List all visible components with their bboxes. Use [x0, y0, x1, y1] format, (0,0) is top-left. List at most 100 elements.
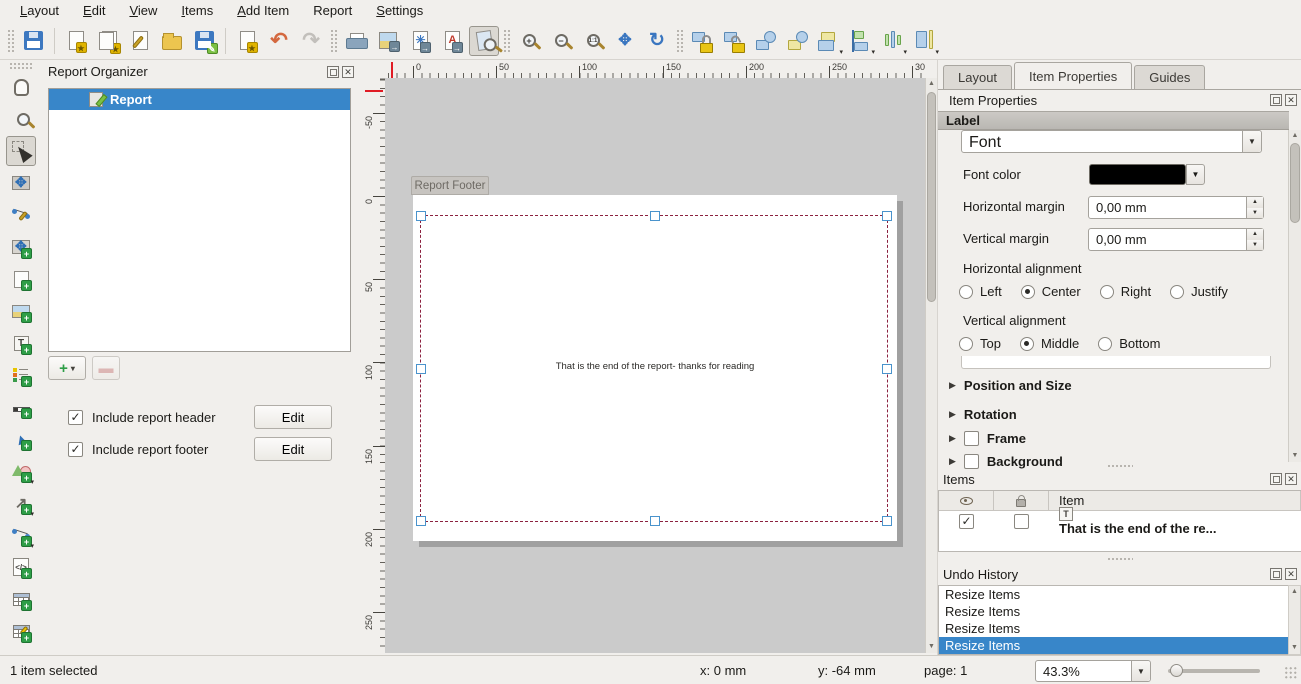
undo-entry-selected[interactable]: Resize Items	[939, 637, 1288, 654]
edit-nodes-tool-icon[interactable]	[6, 200, 36, 230]
font-color-swatch[interactable]	[1089, 164, 1186, 185]
tab-item-properties[interactable]: Item Properties	[1014, 62, 1132, 89]
zoom-in-icon[interactable]: +	[514, 26, 544, 56]
add-label-icon[interactable]: T+	[6, 328, 36, 358]
zoom-slider[interactable]	[1168, 669, 1260, 673]
zoom-actual-icon[interactable]: 1:1	[578, 26, 608, 56]
item-lock-checkbox[interactable]	[1014, 514, 1029, 529]
zoom-full-icon[interactable]: ✥	[610, 26, 640, 56]
item-visibility-checkbox[interactable]: ✓	[959, 514, 974, 529]
section-background[interactable]: ▶ Background	[949, 454, 1063, 469]
save-icon[interactable]	[18, 26, 48, 56]
menu-settings[interactable]: Settings	[364, 1, 435, 21]
layout-manager-icon[interactable]	[125, 26, 155, 56]
duplicate-layout-icon[interactable]: ★	[93, 26, 123, 56]
lock-items-icon[interactable]	[687, 26, 717, 56]
resize-handle-bottom-left[interactable]	[416, 516, 426, 526]
toolbar-grip[interactable]	[503, 29, 510, 53]
menu-edit[interactable]: Edit	[71, 1, 117, 21]
zoom-level-combo[interactable]: 43.3% ▼	[1035, 660, 1151, 682]
undo-scrollbar[interactable]: ▲ ▼	[1288, 585, 1301, 655]
add-3d-map-icon[interactable]: +	[6, 264, 36, 294]
panel-float-icon[interactable]	[1270, 473, 1282, 485]
export-pdf-icon[interactable]: A→	[437, 26, 467, 56]
toolbar-grip[interactable]	[676, 29, 683, 53]
print-icon[interactable]	[341, 26, 371, 56]
add-picture-icon[interactable]: +	[6, 296, 36, 326]
move-content-tool-icon[interactable]	[6, 168, 36, 198]
undo-entry[interactable]: Resize Items	[939, 586, 1288, 603]
deselect-all-icon[interactable]	[783, 26, 813, 56]
distribute-items-icon[interactable]: ▾	[879, 26, 909, 56]
tab-guides[interactable]: Guides	[1134, 65, 1205, 89]
align-items-icon[interactable]: ▾	[847, 26, 877, 56]
panel-float-icon[interactable]	[1270, 94, 1282, 106]
open-layout-icon[interactable]	[157, 26, 187, 56]
menu-view[interactable]: View	[117, 1, 169, 21]
window-resize-grip[interactable]	[1284, 666, 1298, 680]
pan-tool-icon[interactable]	[6, 72, 36, 102]
include-report-footer-checkbox[interactable]: ✓	[68, 442, 83, 457]
undo-icon[interactable]: ↶	[264, 26, 294, 56]
save-as-icon[interactable]: ✎	[189, 26, 219, 56]
properties-scrollbar[interactable]: ▲ ▼	[1288, 130, 1301, 462]
add-attribute-table-icon[interactable]: +	[6, 584, 36, 614]
panel-close-icon[interactable]: ✕	[1285, 568, 1297, 580]
add-section-button[interactable]: +	[48, 356, 86, 380]
menu-items[interactable]: Items	[169, 1, 225, 21]
radio-center[interactable]	[1021, 285, 1035, 299]
table-row[interactable]: ✓ T That is the end of the re...	[939, 511, 1301, 532]
zoom-slider-handle[interactable]	[1170, 664, 1183, 677]
font-color-dropdown-icon[interactable]: ▼	[1186, 164, 1205, 185]
report-tree-item[interactable]: Report	[49, 89, 350, 110]
remove-section-button[interactable]: ▬	[92, 356, 120, 380]
resize-handle-top-left[interactable]	[416, 211, 426, 221]
toolbar-grip[interactable]	[330, 29, 337, 53]
redo-icon[interactable]: ↷	[296, 26, 326, 56]
panel-close-icon[interactable]: ✕	[1285, 94, 1297, 106]
resize-handle-top-center[interactable]	[650, 211, 660, 221]
tab-layout[interactable]: Layout	[943, 65, 1012, 89]
scrollbar-handle[interactable]	[1290, 143, 1300, 223]
font-combo[interactable]: Font ▼	[961, 130, 1262, 153]
section-position-and-size[interactable]: ▶ Position and Size	[949, 378, 1072, 393]
radio-middle[interactable]	[1020, 337, 1034, 351]
scroll-up-icon[interactable]: ▲	[1289, 130, 1301, 142]
add-manual-table-icon[interactable]: +	[6, 616, 36, 646]
refresh-icon[interactable]: ↻	[642, 26, 672, 56]
panel-float-icon[interactable]	[327, 66, 339, 78]
menu-layout[interactable]: Layout	[8, 1, 71, 21]
undo-entry[interactable]: Resize Items	[939, 620, 1288, 637]
add-node-item-icon[interactable]: +▾	[6, 520, 36, 550]
add-map-icon[interactable]: +	[6, 232, 36, 262]
scroll-down-icon[interactable]: ▼	[1289, 450, 1301, 462]
chevron-down-icon[interactable]: ▼	[1242, 131, 1261, 152]
chevron-down-icon[interactable]: ▼	[1131, 661, 1150, 681]
section-rotation[interactable]: ▶ Rotation	[949, 407, 1017, 422]
radio-justify[interactable]	[1170, 285, 1184, 299]
menu-report[interactable]: Report	[301, 1, 364, 21]
export-svg-icon[interactable]: ✳→	[405, 26, 435, 56]
panel-close-icon[interactable]: ✕	[1285, 473, 1297, 485]
scroll-up-icon[interactable]: ▲	[1289, 586, 1300, 598]
select-move-tool-icon[interactable]	[6, 136, 36, 166]
resize-handle-top-right[interactable]	[882, 211, 892, 221]
layout-viewport[interactable]: Report Footer That is the end of the rep…	[385, 78, 925, 653]
zoom-tool-icon[interactable]	[6, 104, 36, 134]
collapse-triangle-icon[interactable]: ▶	[949, 409, 956, 420]
canvas-vertical-scrollbar[interactable]: ▲ ▼	[925, 78, 937, 653]
unlock-items-icon[interactable]	[719, 26, 749, 56]
report-tree[interactable]: Report	[48, 88, 351, 352]
scrollbar-handle[interactable]	[927, 92, 936, 302]
scroll-up-icon[interactable]: ▲	[926, 78, 937, 90]
background-checkbox[interactable]	[964, 454, 979, 469]
add-north-arrow-icon[interactable]: ▲+	[6, 424, 36, 454]
add-pages-icon[interactable]: ★	[232, 26, 262, 56]
new-layout-icon[interactable]: ★	[61, 26, 91, 56]
report-page[interactable]: That is the end of the report- thanks fo…	[413, 195, 897, 541]
include-report-header-checkbox[interactable]: ✓	[68, 410, 83, 425]
add-html-icon[interactable]: </>+	[6, 552, 36, 582]
collapse-triangle-icon[interactable]: ▶	[949, 456, 956, 467]
add-legend-icon[interactable]: +	[6, 360, 36, 390]
panel-splitter[interactable]	[1107, 464, 1133, 469]
